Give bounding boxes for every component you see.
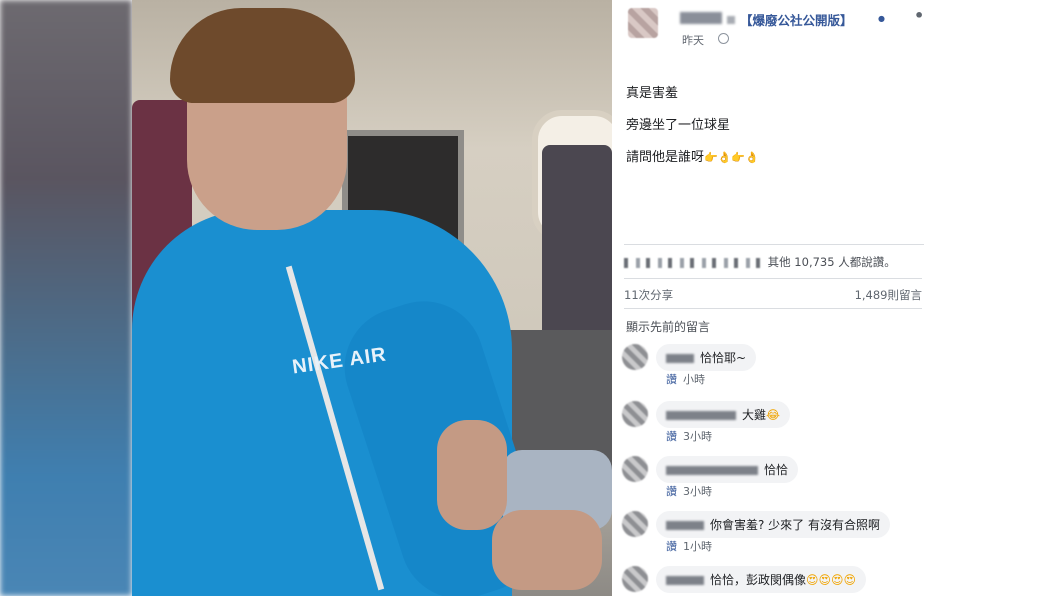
- comment-meta: 讚 1小時: [666, 538, 712, 554]
- background-right: [926, 0, 1060, 596]
- poster-name-blurred-2: [727, 16, 735, 24]
- post-stats: 11次分享 1,489則留言: [624, 278, 922, 303]
- commenter-name-blurred[interactable]: [666, 466, 758, 475]
- comment-bubble: 恰恰耶~: [656, 344, 757, 371]
- post-header: 【爆廢公社公開版】 ● ••• 昨天: [624, 6, 926, 50]
- comment-meta: 讚 3小時: [666, 428, 712, 444]
- comment-avatar[interactable]: [622, 344, 648, 370]
- person-hair: [170, 8, 355, 103]
- comment-avatar[interactable]: [622, 566, 648, 592]
- comment-like-link[interactable]: 讚: [666, 540, 677, 553]
- post-line-3: 請問他是誰呀👉👌👉👌: [626, 150, 759, 165]
- comment-avatar[interactable]: [622, 511, 648, 537]
- comment-like-link[interactable]: 讚: [666, 373, 677, 386]
- shares-count[interactable]: 11次分享: [624, 287, 673, 303]
- post-panel: 【爆廢公社公開版】 ● ••• 昨天 真是害羞 旁邊坐了一位球星 請問他是誰呀👉…: [612, 0, 926, 596]
- comment-time: 1小時: [683, 540, 712, 553]
- pointing-hands-emoji: 👉👌👉👌: [704, 151, 759, 164]
- post-photo[interactable]: NIKE AIR: [132, 0, 612, 596]
- comment-bubble: 大雞😂: [656, 401, 791, 428]
- hand: [437, 420, 507, 530]
- comment-time: 3小時: [683, 430, 712, 443]
- divider: [624, 308, 922, 309]
- comment-meta: 讚小時: [666, 371, 705, 387]
- post-timestamp[interactable]: 昨天: [682, 32, 704, 48]
- post-line-2: 旁邊坐了一位球星: [626, 118, 731, 133]
- commenter-name-blurred[interactable]: [666, 411, 736, 420]
- comment-like-link[interactable]: 讚: [666, 485, 677, 498]
- comment-time: 3小時: [683, 485, 712, 498]
- post-text: 真是害羞 旁邊坐了一位球星 請問他是誰呀👉👌👉👌: [626, 78, 759, 174]
- commenter-name-blurred[interactable]: [666, 576, 704, 585]
- comment-bubble: 你會害羞? 少來了 有沒有合照啊: [656, 511, 890, 538]
- globe-icon: [718, 33, 729, 44]
- comment-avatar[interactable]: [622, 456, 648, 482]
- comments-count[interactable]: 1,489則留言: [855, 287, 922, 303]
- comment-avatar[interactable]: [622, 401, 648, 427]
- post-line-1: 真是害羞: [626, 86, 679, 101]
- group-name-link[interactable]: 【爆廢公社公開版】: [740, 10, 853, 29]
- reactions-text: 其他 10,735 人都說讚。: [767, 255, 896, 269]
- blurred-background-left: [0, 0, 132, 596]
- reactors-blurred: [624, 257, 764, 268]
- hand-phone: [492, 510, 602, 590]
- separator-dot: ●: [878, 14, 885, 23]
- poster-name-blurred[interactable]: [680, 12, 722, 24]
- commenter-name-blurred[interactable]: [666, 521, 704, 530]
- view-previous-comments[interactable]: 顯示先前的留言: [626, 318, 710, 335]
- comment-time: 小時: [683, 373, 705, 386]
- reactions-summary[interactable]: 其他 10,735 人都說讚。: [624, 244, 924, 270]
- comment-meta: 讚 3小時: [666, 483, 712, 499]
- comment-like-link[interactable]: 讚: [666, 430, 677, 443]
- comment-bubble: 恰恰，彭政閔偶像😍😍😍😍: [656, 566, 867, 593]
- more-dots-icon[interactable]: •••: [914, 6, 926, 25]
- comment-bubble: 恰恰: [656, 456, 799, 483]
- commenter-name-blurred[interactable]: [666, 354, 694, 363]
- poster-avatar[interactable]: [628, 8, 658, 38]
